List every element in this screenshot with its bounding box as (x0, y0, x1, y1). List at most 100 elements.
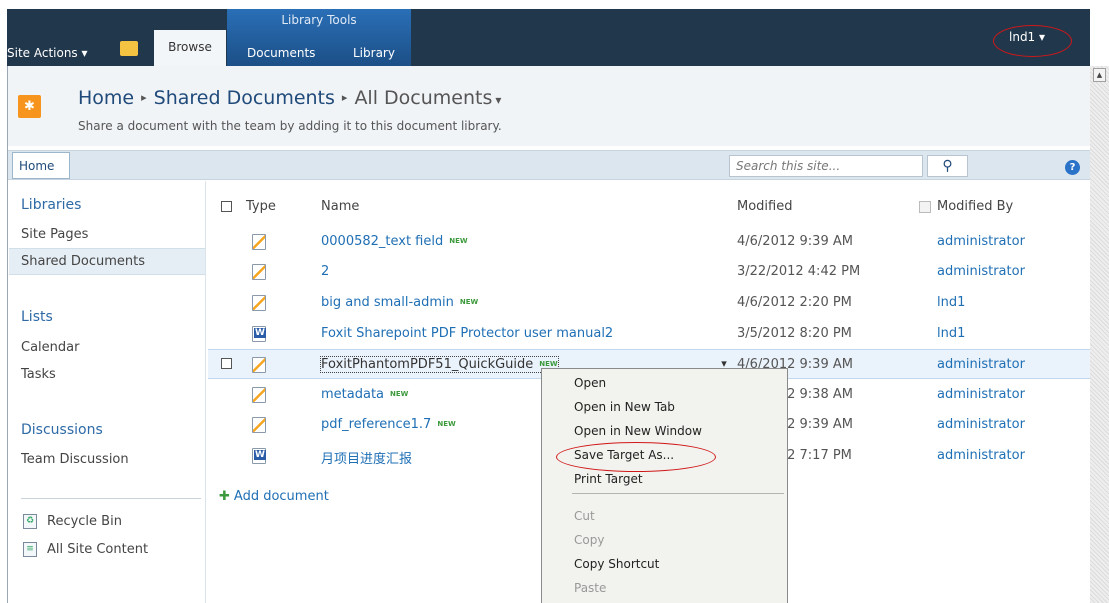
modified-by-link[interactable]: administrator (937, 448, 1025, 463)
breadcrumb-separator: ▸ (341, 91, 348, 104)
document-name-link[interactable]: metadata NEW (321, 387, 408, 402)
ql-item-site-pages[interactable]: Site Pages (21, 227, 88, 242)
document-name-text: Foxit Sharepoint PDF Protector user manu… (321, 326, 614, 341)
ql-heading-lists[interactable]: Lists (21, 309, 53, 325)
vertical-scrollbar[interactable] (1090, 66, 1109, 603)
ql-item-tasks[interactable]: Tasks (21, 367, 56, 382)
modified-date: 4/6/2012 9:39 AM (737, 234, 853, 249)
context-menu-item[interactable]: Open in New Window (574, 424, 702, 438)
column-header-type[interactable]: Type (246, 199, 276, 214)
quick-launch (8, 181, 206, 603)
pdf-icon[interactable] (252, 264, 266, 280)
word-icon[interactable] (252, 448, 266, 464)
ql-all-site-content[interactable]: All Site Content (47, 542, 148, 557)
table-row[interactable]: Foxit Sharepoint PDF Protector user manu… (208, 319, 1090, 349)
document-name-link[interactable]: Foxit Sharepoint PDF Protector user manu… (321, 326, 613, 341)
document-name-text: 月项目进度汇报 (321, 452, 413, 467)
tab-documents[interactable]: Documents (247, 46, 315, 60)
modified-date: 3/22/2012 4:42 PM (737, 264, 861, 279)
tab-library[interactable]: Library (353, 46, 395, 60)
add-icon: ✚ (219, 489, 230, 504)
table-row[interactable]: 0000582_text field NEW 4/6/2012 9:39 AM adm… (208, 227, 1090, 257)
ql-divider (21, 498, 201, 499)
navigate-up-icon[interactable] (120, 41, 138, 56)
ql-item-team-discussion[interactable]: Team Discussion (21, 452, 129, 467)
scroll-up-arrow-icon[interactable]: ▲ (1093, 68, 1106, 82)
context-menu-item: Copy (574, 533, 605, 547)
table-row[interactable]: 2 3/22/2012 4:42 PM administrator (208, 257, 1090, 287)
column-header-modified[interactable]: Modified (737, 199, 792, 214)
modified-by-link[interactable]: administrator (937, 264, 1025, 279)
modified-by-link[interactable]: administrator (937, 357, 1025, 372)
modified-by-filter-checkbox[interactable] (919, 201, 931, 213)
breadcrumb-view[interactable]: All Documents (354, 87, 492, 109)
recycle-bin-icon[interactable]: ♻ (23, 514, 37, 529)
new-badge: NEW (539, 360, 558, 368)
pdf-icon[interactable] (252, 357, 266, 373)
context-menu-item[interactable]: Copy Shortcut (574, 557, 659, 571)
row-checkbox[interactable] (221, 358, 232, 369)
document-name-link[interactable]: 2 (321, 264, 329, 279)
breadcrumb-separator: ▸ (141, 91, 147, 104)
context-menu-item[interactable]: Open in New Tab (574, 400, 675, 414)
document-name-text: big and small-admin (321, 295, 454, 310)
column-header-modified-by[interactable]: Modified By (937, 199, 1013, 214)
context-menu-item: Cut (574, 509, 595, 523)
new-badge: NEW (459, 298, 479, 306)
breadcrumb-shared-documents[interactable]: Shared Documents (154, 87, 335, 109)
user-highlight-ring (993, 25, 1072, 57)
ql-heading-libraries[interactable]: Libraries (21, 197, 81, 213)
word-icon[interactable] (252, 326, 266, 342)
ql-item-shared-documents[interactable]: Shared Documents (21, 254, 145, 269)
document-name-link[interactable]: pdf_reference1.7 NEW (321, 417, 456, 432)
pdf-icon[interactable] (252, 234, 266, 250)
all-site-content-icon[interactable]: ≡ (23, 542, 37, 557)
ql-item-calendar[interactable]: Calendar (21, 340, 79, 355)
pdf-icon[interactable] (252, 295, 266, 311)
library-tools-group: Library Tools Documents Library (227, 9, 411, 66)
document-name-link[interactable]: 月项目进度汇报 (321, 448, 412, 467)
modified-date: 3/5/2012 8:20 PM (737, 326, 852, 341)
document-name-text: 0000582_text field (321, 234, 444, 249)
window-top-strip (0, 0, 1109, 9)
new-badge: NEW (449, 237, 468, 245)
document-name-link[interactable]: 0000582_text field NEW (321, 234, 468, 249)
select-all-checkbox[interactable] (221, 201, 232, 212)
modified-by-link[interactable]: administrator (937, 234, 1025, 249)
modified-by-link[interactable]: administrator (937, 417, 1025, 432)
context-menu: Open Open in New Tab Open in New Window Sav… (541, 368, 788, 603)
document-name-text: metadata (321, 387, 385, 402)
breadcrumb-home[interactable]: Home (78, 87, 134, 109)
search-input[interactable]: Search this site... (729, 155, 923, 177)
document-name-text: 2 (321, 264, 330, 279)
context-menu-item[interactable]: Print Target (574, 472, 643, 486)
topnav-home-tab[interactable]: Home (12, 152, 70, 179)
context-menu-item: Paste (574, 581, 607, 595)
add-document-link[interactable]: ✚ Add document (219, 489, 329, 504)
library-description: Share a document with the team by adding… (78, 119, 502, 133)
ql-heading-discussions[interactable]: Discussions (21, 422, 103, 438)
site-actions-menu[interactable]: Site Actions ▾ (7, 46, 88, 60)
column-header-name[interactable]: Name (321, 199, 359, 214)
pdf-icon[interactable] (252, 387, 266, 403)
search-icon[interactable]: ⚲ (927, 155, 968, 177)
pdf-icon[interactable] (252, 417, 266, 433)
context-menu-item[interactable]: Open (574, 376, 606, 390)
library-tools-title: Library Tools (281, 13, 357, 27)
view-dropdown-icon[interactable]: ▾ (495, 93, 501, 107)
context-menu-separator (572, 493, 784, 494)
document-name-text: pdf_reference1.7 (321, 417, 432, 432)
document-name-link[interactable]: FoxitPhantomPDF51_QuickGuide NEW (320, 356, 559, 373)
help-icon[interactable]: ? (1065, 160, 1080, 175)
ql-recycle-bin[interactable]: Recycle Bin (47, 514, 122, 529)
modified-by-link[interactable]: lnd1 (937, 326, 965, 341)
modified-date: 4/6/2012 2:20 PM (737, 295, 852, 310)
new-badge: NEW (390, 390, 409, 398)
tab-browse[interactable]: Browse (154, 30, 226, 66)
table-row[interactable]: big and small-admin NEW 4/6/2012 2:20 PM ln… (208, 288, 1090, 318)
save-target-highlight-ring (556, 442, 716, 472)
document-name-link[interactable]: big and small-admin NEW (321, 295, 478, 310)
new-badge: NEW (437, 420, 456, 428)
modified-by-link[interactable]: lnd1 (937, 295, 965, 310)
modified-by-link[interactable]: administrator (937, 387, 1025, 402)
